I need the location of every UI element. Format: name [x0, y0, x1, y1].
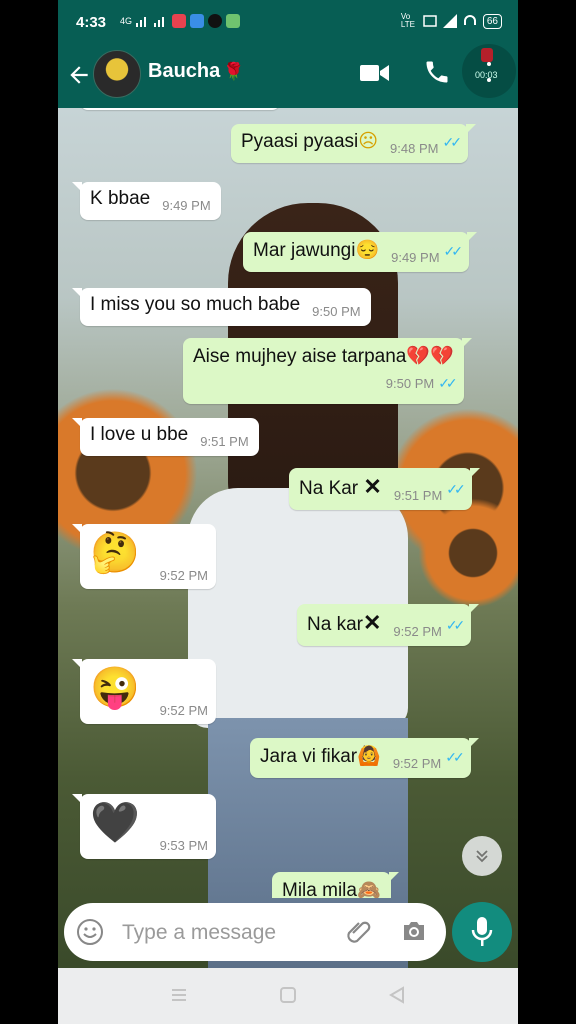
message-time: 9:48 PM — [390, 141, 439, 156]
message-bubble-outgoing[interactable]: Pyaasi pyaasi☹ 9:48 PM ✓✓ — [231, 124, 476, 163]
cross-mark-icon: ✕ — [362, 610, 382, 635]
message-text: Pyaasi pyaasi — [241, 131, 359, 152]
headphones-icon — [463, 15, 476, 25]
read-ticks-icon: ✓✓ — [446, 481, 466, 497]
notification-icon — [172, 14, 187, 28]
double-chevron-down-icon — [476, 850, 488, 863]
message-text: Na Kar — [299, 478, 364, 499]
read-ticks-icon: ✓✓ — [445, 617, 466, 633]
message-list[interactable]: Pyaasi pyaasi☹ 9:48 PM ✓✓ K bbae 9:49 PM Ma… — [58, 108, 518, 898]
message-bubble-outgoing[interactable]: Na kar✕ 9:52 PM ✓✓ — [297, 604, 480, 646]
message-time: 9:51 PM — [200, 434, 249, 449]
recent-apps-icon[interactable] — [170, 986, 188, 1004]
message-bubble-outgoing[interactable]: Na Kar ✕ 9:51 PM ✓✓ — [289, 468, 480, 510]
rose-emoji: 🌹 — [223, 62, 245, 81]
more-options-button[interactable]: 00:03 — [462, 44, 516, 98]
contact-name[interactable]: Baucha 🌹 — [148, 60, 244, 83]
phone-call-icon[interactable] — [423, 58, 451, 86]
message-bubble-outgoing[interactable]: Mar jawungi😔 9:49 PM ✓✓ — [243, 232, 477, 272]
message-time: 9:52 PM — [159, 703, 208, 718]
message-time: 9:51 PM — [393, 488, 443, 503]
status-icons-right: Vo LTE 66 — [401, 13, 502, 29]
voice-message-button[interactable] — [452, 902, 512, 962]
message-bubble-incoming[interactable]: 🤔 9:52 PM — [72, 524, 216, 589]
see-no-evil-emoji: 🙈 — [356, 880, 381, 898]
status-bar: 4:33 4G Vo LTE 66 — [58, 0, 518, 44]
ok-gesture-emoji: 🙆 — [357, 746, 381, 767]
signal-strength-icon — [442, 14, 457, 28]
read-ticks-icon: ✓✓ — [443, 243, 464, 259]
video-call-icon[interactable] — [360, 62, 390, 84]
signal-icon-2 — [154, 17, 165, 27]
message-text: Na kar — [307, 614, 363, 635]
message-bubble-incoming[interactable]: K bbae 9:49 PM — [72, 182, 221, 220]
message-bubble-outgoing[interactable]: Jara vi fikar🙆 9:52 PM ✓✓ — [250, 738, 479, 778]
screen-record-icon — [481, 48, 493, 62]
message-time: 9:50 PM — [312, 304, 361, 319]
message-bubble-incoming[interactable]: I love u bbe 9:51 PM — [72, 418, 259, 456]
battery-indicator: 66 — [482, 13, 502, 29]
read-ticks-icon: ✓✓ — [442, 134, 462, 150]
system-nav-bar — [58, 968, 518, 1024]
message-time: 9:52 PM — [393, 624, 442, 639]
message-bubble-outgoing[interactable]: Aise mujhey aise tarpana💔💔 9:50 PM ✓✓ — [183, 338, 472, 404]
message-text: Aise mujhey aise tarpana — [193, 346, 407, 367]
tiktok-icon — [208, 14, 223, 28]
emoji-icon[interactable] — [76, 918, 104, 946]
message-bubble-incoming[interactable]: 🖤 9:53 PM — [72, 794, 216, 859]
pensive-emoji: 😔 — [355, 240, 380, 261]
contact-name-text: Baucha — [148, 60, 221, 82]
back-arrow-icon[interactable] — [66, 60, 92, 90]
cross-mark-icon: ✕ — [363, 474, 382, 499]
back-triangle-icon[interactable] — [388, 986, 406, 1004]
notification-icon — [226, 14, 241, 28]
message-bubble-incoming[interactable]: I miss you so much babe 9:50 PM — [72, 288, 371, 326]
message-input[interactable] — [120, 913, 364, 953]
message-time: 9:49 PM — [391, 250, 440, 265]
message-text: Mila mila — [282, 880, 357, 898]
menu-dot-icon — [487, 62, 491, 66]
message-text: K bbae — [90, 188, 151, 209]
message-text: I love u bbe — [90, 424, 189, 445]
microphone-icon — [471, 917, 493, 946]
message-bubble-outgoing[interactable]: Mila mila🙈 — [272, 872, 399, 898]
signal-icon — [136, 17, 147, 27]
status-icons-left: 4G — [118, 14, 241, 28]
winking-tongue-emoji: 😜 — [90, 666, 140, 710]
message-bubble-incoming[interactable]: 😜 9:52 PM — [72, 659, 216, 724]
message-time: 9:52 PM — [159, 568, 208, 583]
phone-screen: 4:33 4G Vo LTE 66 Baucha 🌹 00:03 Pyaasi … — [58, 0, 518, 1024]
home-icon[interactable] — [279, 986, 297, 1004]
message-text: I miss you so much babe — [90, 294, 301, 315]
cast-icon — [423, 15, 437, 27]
message-bubble-partial[interactable] — [80, 108, 280, 110]
black-heart-emoji: 🖤 — [90, 801, 140, 845]
notification-icon — [190, 14, 205, 28]
read-ticks-icon: ✓✓ — [438, 375, 458, 391]
thinking-emoji: 🤔 — [90, 531, 140, 575]
chat-header: Baucha 🌹 00:03 — [58, 44, 518, 108]
paperclip-icon[interactable] — [344, 917, 374, 947]
message-time: 9:49 PM — [162, 198, 211, 213]
message-time: 9:52 PM — [392, 756, 442, 771]
message-time: 9:50 PM — [385, 376, 435, 391]
contact-avatar[interactable] — [93, 50, 141, 98]
frown-emoji: ☹ — [358, 131, 379, 152]
volte-label: Vo LTE — [400, 12, 415, 29]
signal-type: 4G — [120, 16, 133, 26]
message-composer — [64, 903, 446, 961]
message-text: Mar jawungi — [253, 240, 356, 261]
scroll-to-bottom-button[interactable] — [462, 836, 502, 876]
read-ticks-icon: ✓✓ — [445, 749, 465, 765]
camera-icon[interactable] — [401, 919, 427, 943]
menu-dot-icon — [487, 78, 491, 82]
message-time: 9:53 PM — [159, 838, 208, 853]
message-text: Jara vi fikar — [260, 746, 358, 767]
status-time: 4:33 — [76, 14, 107, 31]
broken-heart-emoji: 💔💔 — [406, 346, 454, 367]
